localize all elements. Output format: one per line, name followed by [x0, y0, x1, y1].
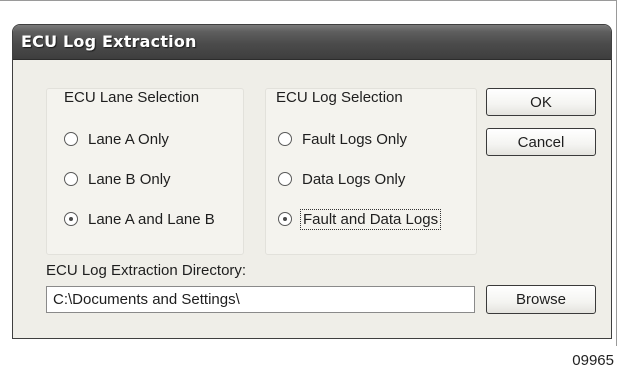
extraction-directory-label: ECU Log Extraction Directory:	[46, 262, 247, 279]
radio-label-data-logs-only: Data Logs Only	[302, 170, 406, 188]
lane-selection-group: ECU Lane Selection Lane A Only Lane B On…	[46, 88, 244, 255]
page: ECU Log Extraction ECU Lane Selection La…	[0, 0, 618, 377]
radio-label-lane-a-only: Lane A Only	[88, 130, 169, 148]
radio-lane-a-only[interactable]: Lane A Only	[64, 128, 169, 150]
dialog-title: ECU Log Extraction	[21, 32, 197, 51]
figure-frame-top	[0, 0, 616, 1]
radio-lane-b-only[interactable]: Lane B Only	[64, 168, 171, 190]
radio-fault-and-data-logs[interactable]: Fault and Data Logs	[278, 208, 442, 230]
browse-button[interactable]: Browse	[486, 285, 596, 314]
radio-fault-logs-only[interactable]: Fault Logs Only	[278, 128, 407, 150]
lane-selection-title: ECU Lane Selection	[64, 89, 200, 106]
figure-number: 09965	[572, 352, 614, 369]
radio-label-fault-and-data-logs: Fault and Data Logs	[299, 208, 442, 230]
radio-button-selected-icon[interactable]	[64, 212, 78, 226]
radio-label-lane-a-and-lane-b: Lane A and Lane B	[88, 210, 215, 228]
radio-data-logs-only[interactable]: Data Logs Only	[278, 168, 405, 190]
log-selection-title: ECU Log Selection	[276, 89, 403, 106]
radio-label-fault-logs-only: Fault Logs Only	[302, 130, 408, 148]
radio-button-icon[interactable]	[64, 172, 78, 186]
radio-button-selected-icon[interactable]	[278, 212, 292, 226]
radio-lane-a-and-lane-b[interactable]: Lane A and Lane B	[64, 208, 215, 230]
radio-button-icon[interactable]	[64, 132, 78, 146]
figure-frame-right	[616, 0, 617, 346]
radio-button-icon[interactable]	[278, 132, 292, 146]
ok-button[interactable]: OK	[486, 88, 596, 116]
radio-label-lane-b-only: Lane B Only	[88, 170, 171, 188]
extraction-directory-input[interactable]: C:\Documents and Settings\	[46, 286, 475, 313]
log-selection-group: ECU Log Selection Fault Logs Only Data L…	[265, 88, 477, 255]
dialog-titlebar[interactable]: ECU Log Extraction	[13, 25, 611, 60]
radio-button-icon[interactable]	[278, 172, 292, 186]
ecu-log-extraction-dialog: ECU Log Extraction ECU Lane Selection La…	[12, 24, 612, 339]
dialog-client-area: ECU Lane Selection Lane A Only Lane B On…	[13, 60, 611, 338]
cancel-button[interactable]: Cancel	[486, 128, 596, 156]
